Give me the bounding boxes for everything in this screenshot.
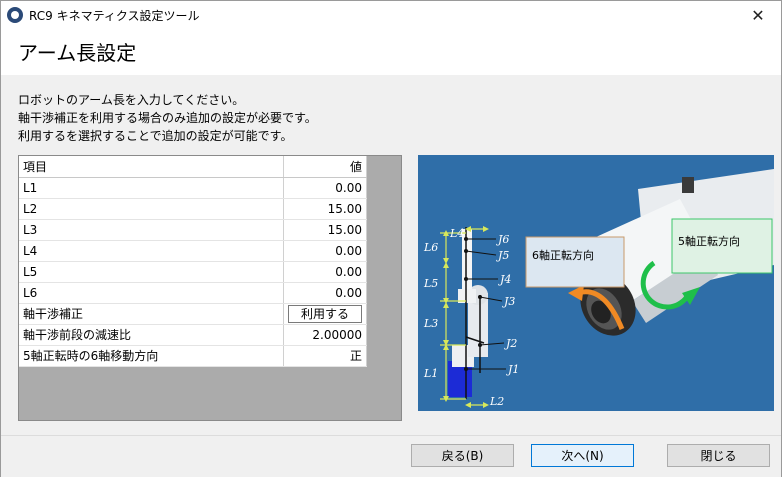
close-button[interactable]: 閉じる (667, 444, 770, 467)
app-icon (7, 7, 23, 23)
row-name: L3 (19, 219, 284, 241)
robot-diagram: 6軸正転方向 5軸正転方向 L6 L5 L3 L1 L4 L2 J6 J5 J4… (418, 155, 774, 411)
next-button[interactable]: 次へ(N) (531, 444, 634, 467)
row-name: L4 (19, 240, 284, 262)
window-close-button[interactable]: ✕ (735, 1, 781, 29)
settings-table: 項目 値 L1 0.00 L2 15.00 L3 15.00 L4 0.00 L… (19, 156, 367, 367)
interference-correction-dropdown[interactable]: 利用する (288, 304, 362, 323)
table-row: L1 0.00 (19, 177, 367, 199)
row-value-input[interactable]: 0.00 (283, 282, 367, 304)
table-row: L6 0.00 (19, 282, 367, 304)
table-row: L4 0.00 (19, 240, 367, 262)
wizard-footer: 戻る(B) 次へ(N) 閉じる (1, 435, 781, 477)
table-row: L3 15.00 (19, 219, 367, 241)
label-L6: L6 (423, 241, 438, 254)
main-window: RC9 キネマティクス設定ツール ✕ アーム長設定 ロボットのアーム長を入力して… (0, 0, 782, 477)
callout-axis5-text: 5軸正転方向 (678, 234, 740, 248)
label-L1: L1 (423, 367, 438, 380)
label-J6: J6 (496, 233, 509, 246)
label-J3: J3 (502, 295, 515, 308)
row-value-input[interactable]: 2.00000 (283, 324, 367, 346)
row-name: 軸干渉前段の減速比 (19, 324, 284, 346)
title-bar: RC9 キネマティクス設定ツール ✕ (1, 1, 781, 29)
row-value-input[interactable]: 0.00 (283, 177, 367, 199)
row-value-cell: 利用する (283, 303, 367, 325)
row-value-input[interactable]: 0.00 (283, 261, 367, 283)
row-name: L6 (19, 282, 284, 304)
row-name: 5軸正転時の6軸移動方向 (19, 345, 284, 367)
table-row: 軸干渉補正 利用する (19, 303, 367, 325)
label-L5: L5 (423, 277, 438, 290)
row-name: L2 (19, 198, 284, 220)
back-button[interactable]: 戻る(B) (411, 444, 514, 467)
row-value-input[interactable]: 15.00 (283, 219, 367, 241)
callout-axis6-text: 6軸正転方向 (532, 248, 594, 262)
instruction-line: ロボットのアーム長を入力してください。 (18, 93, 245, 107)
row-value-input[interactable]: 0.00 (283, 240, 367, 262)
row-name: 軸干渉補正 (19, 303, 284, 325)
label-L2: L2 (489, 395, 504, 408)
instructions: ロボットのアーム長を入力してください。 軸干渉補正を利用する場合のみ追加の設定が… (18, 91, 317, 145)
arm-length-grid: 項目 値 L1 0.00 L2 15.00 L3 15.00 L4 0.00 L… (18, 155, 402, 421)
table-header-row: 項目 値 (19, 156, 367, 178)
row-value-input[interactable]: 正 (283, 345, 367, 367)
column-header-item[interactable]: 項目 (19, 156, 284, 178)
label-L4: L4 (449, 227, 464, 240)
callout-axis6-box (525, 236, 625, 288)
label-J2: J2 (504, 337, 517, 350)
instruction-line: 利用するを選択することで追加の設定が可能です。 (18, 129, 293, 143)
label-J1: J1 (506, 363, 519, 376)
label-J4: J4 (498, 273, 511, 286)
label-L3: L3 (423, 317, 438, 330)
row-value-input[interactable]: 15.00 (283, 198, 367, 220)
window-title: RC9 キネマティクス設定ツール (29, 9, 200, 23)
table-row: 軸干渉前段の減速比 2.00000 (19, 324, 367, 346)
table-row: L2 15.00 (19, 198, 367, 220)
column-header-value[interactable]: 値 (283, 156, 367, 178)
label-J5: J5 (496, 249, 509, 262)
table-row: L5 0.00 (19, 261, 367, 283)
robot-diagram-image: 6軸正転方向 5軸正転方向 L6 L5 L3 L1 L4 L2 J6 J5 J4… (418, 155, 774, 411)
page-title: アーム長設定 (18, 41, 137, 65)
instruction-line: 軸干渉補正を利用する場合のみ追加の設定が必要です。 (18, 111, 317, 125)
row-name: L1 (19, 177, 284, 199)
table-row: 5軸正転時の6軸移動方向 正 (19, 345, 367, 367)
content-area: ロボットのアーム長を入力してください。 軸干渉補正を利用する場合のみ追加の設定が… (1, 75, 781, 435)
row-name: L5 (19, 261, 284, 283)
page-header: アーム長設定 (1, 29, 781, 75)
